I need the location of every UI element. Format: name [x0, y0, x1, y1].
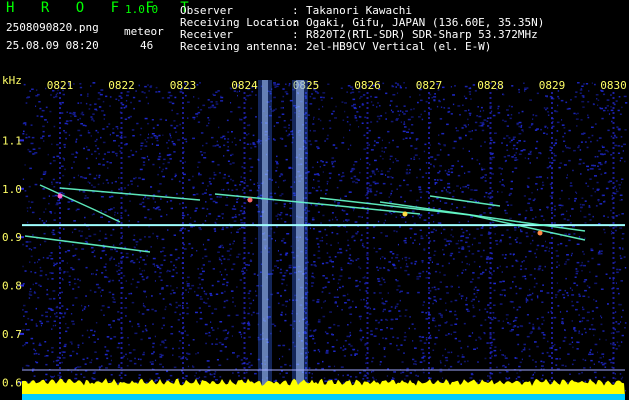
x-tick-label: 0826 [354, 79, 381, 92]
y-tick-label: 1.1 [2, 134, 22, 147]
x-tick-label: 0823 [170, 79, 197, 92]
x-tick-label: 0821 [47, 79, 74, 92]
spectrogram: 0821 0822 0823 0824 0825 0826 0827 0828 0829 0830… [2, 74, 628, 400]
y-tick-label: 0.9 [2, 231, 22, 244]
echo-highlight [402, 211, 408, 217]
x-tick-label: 0827 [416, 79, 443, 92]
interference-band-core [262, 80, 268, 392]
interference-band-core [296, 80, 304, 392]
plot-background [22, 74, 625, 400]
x-tick-label: 0824 [231, 79, 258, 92]
echo-highlight [57, 193, 63, 199]
echo-highlight [537, 230, 543, 236]
y-tick-label: 0.6 [2, 376, 22, 389]
y-tick-label: 0.7 [2, 328, 22, 341]
echo-highlight [247, 197, 253, 203]
y-axis-label: kHz [2, 74, 22, 87]
y-tick-label: 1.0 [2, 183, 22, 196]
x-tick-label: 0822 [108, 79, 135, 92]
x-tick-label: 0830 [600, 79, 627, 92]
y-tick-label: 0.8 [2, 280, 22, 293]
noise-floor-bar [22, 394, 625, 400]
x-tick-label: 0828 [477, 79, 504, 92]
x-tick-label: 0829 [539, 79, 566, 92]
